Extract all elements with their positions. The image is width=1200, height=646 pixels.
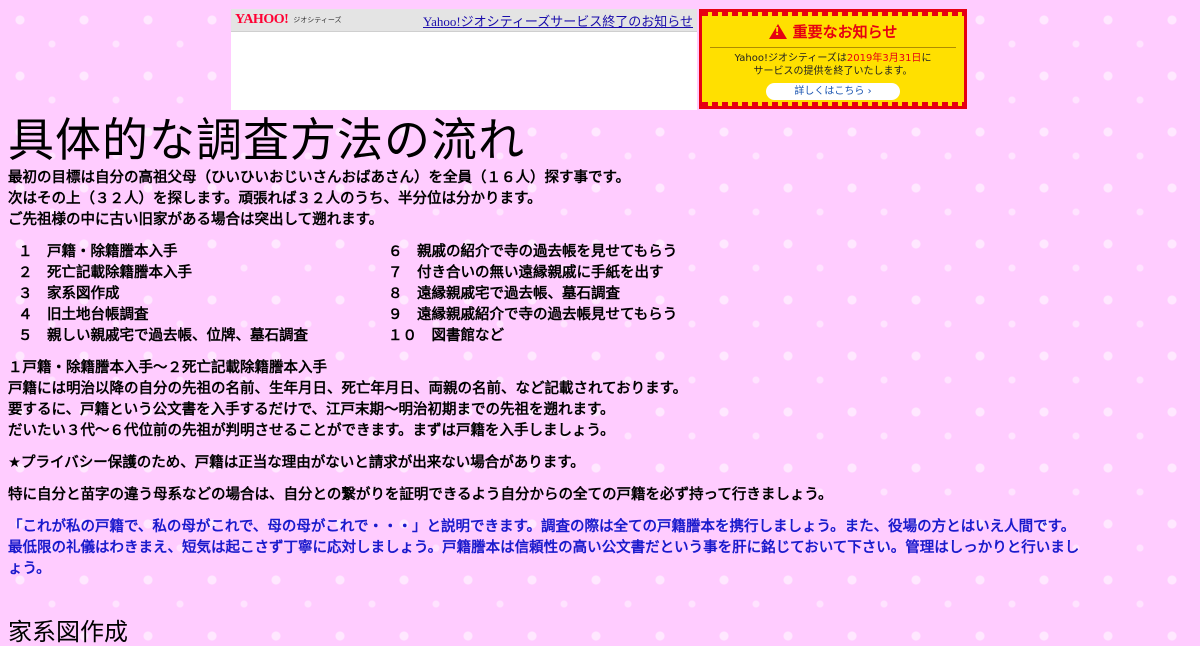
notice-title-text: 重要なお知らせ: [792, 23, 898, 41]
section-line: 戸籍には明治以降の自分の先祖の名前、生年月日、死亡年月日、両親の名前、など記載さ…: [8, 381, 688, 397]
main-content: 具体的な調査方法の流れ 最初の目標は自分の高祖父母（ひいひいおじいさんおばあさん…: [8, 112, 1198, 580]
list-item: ８ 遠縁親戚宅で過去帳、墓石調査: [388, 286, 620, 302]
steps-right-column: ６ 親戚の紹介で寺の過去帳を見せてもらう ７ 付き合いの無い遠縁親戚に手紙を出す…: [388, 242, 988, 347]
intro-line: 次はその上（３２人）を探します。頑張れば３２人のうち、半分位は分かります。: [8, 191, 542, 207]
list-item: ３ 家系図作成: [18, 286, 120, 302]
intro-line: ご先祖様の中に古い旧家がある場合は突出して遡れます。: [8, 212, 384, 228]
next-section-heading: 家系図作成: [8, 618, 128, 646]
steps-left-column: １ 戸籍・除籍謄本入手 ２ 死亡記載除籍謄本入手 ３ 家系図作成 ４ 旧土地台帳…: [8, 242, 388, 347]
geocities-banner: YAHOO! ジオシティーズ Yahoo!ジオシティーズサービス終了のお知らせ: [231, 9, 697, 110]
blue-note-line: 「これが私の戸籍で、私の母がこれで、母の母がこれで・・・」と説明できます。調査の…: [8, 519, 1076, 535]
section-line: 要するに、戸籍という公文書を入手するだけで、江戸末期～明治初期までの先祖を遡れま…: [8, 402, 615, 418]
notice-title: 重要なお知らせ: [702, 21, 964, 42]
notice-body-suffix: に: [921, 53, 932, 64]
privacy-note: ★プライバシー保護のため、戸籍は正当な理由がないと請求が出来ない場合があります。: [8, 455, 585, 471]
notice-body: Yahoo!ジオシティーズは2019年3月31日に サービスの提供を終了いたしま…: [702, 52, 964, 78]
section-line: だいたい３代～６代位前の先祖が判明させることができます。まずは戸籍を入手しましょ…: [8, 423, 615, 439]
list-item: ９ 遠縁親戚紹介で寺の過去帳見せてもらう: [388, 307, 678, 323]
list-item: １ 戸籍・除籍謄本入手: [18, 244, 178, 260]
yahoo-logo[interactable]: YAHOO!: [235, 13, 289, 27]
section-heading: １戸籍・除籍謄本入手～２死亡記載除籍謄本入手: [8, 360, 327, 376]
details-button[interactable]: 詳しくはこちら ›: [766, 83, 900, 100]
warning-icon: [768, 24, 787, 39]
notice-date: 2019年3月31日: [846, 53, 922, 64]
notice-divider: [710, 47, 956, 48]
blue-note-line: 最低限の礼儀はわきまえ、短気は起こさず丁寧に応対しましょう。戸籍謄本は信頼性の高…: [8, 540, 1080, 556]
notice-body-line2: サービスの提供を終了いたします。: [753, 66, 913, 77]
notice-body-prefix: Yahoo!ジオシティーズは: [734, 53, 847, 64]
banner-header: YAHOO! ジオシティーズ Yahoo!ジオシティーズサービス終了のお知らせ: [231, 9, 697, 32]
list-item: ２ 死亡記載除籍謄本入手: [18, 265, 192, 281]
list-item: ７ 付き合いの無い遠縁親戚に手紙を出す: [388, 265, 664, 281]
list-item: ５ 親しい親戚宅で過去帳、位牌、墓石調査: [18, 328, 308, 344]
list-item: ６ 親戚の紹介で寺の過去帳を見せてもらう: [388, 244, 678, 260]
geocities-label: ジオシティーズ: [293, 16, 342, 24]
intro-line: 最初の目標は自分の高祖父母（ひいひいおじいさんおばあさん）を全員（１６人）探す事…: [8, 170, 631, 186]
maternal-note: 特に自分と苗字の違う母系などの場合は、自分との繋がりを証明できるよう自分からの全…: [8, 487, 833, 503]
steps-list: １ 戸籍・除籍謄本入手 ２ 死亡記載除籍謄本入手 ３ 家系図作成 ４ 旧土地台帳…: [8, 242, 1198, 347]
blue-note-line: ょう。: [8, 561, 51, 577]
list-item: １０ 図書館など: [388, 328, 504, 344]
page-title: 具体的な調査方法の流れ: [8, 113, 525, 167]
important-notice-box[interactable]: 重要なお知らせ Yahoo!ジオシティーズは2019年3月31日に サービスの提…: [699, 9, 967, 109]
service-end-link[interactable]: Yahoo!ジオシティーズサービス終了のお知らせ: [423, 11, 693, 30]
list-item: ４ 旧土地台帳調査: [18, 307, 149, 323]
